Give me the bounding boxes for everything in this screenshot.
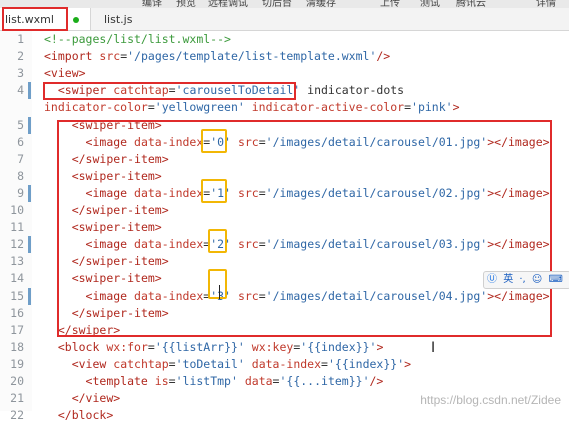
line-number: 1 — [17, 32, 24, 46]
line-number: 7 — [17, 151, 24, 166]
line-number: 18 — [10, 339, 24, 354]
line-number: 21 — [10, 391, 24, 406]
line-number: 19 — [10, 356, 24, 371]
highlight-box-index-2 — [208, 229, 227, 253]
code-text: <import src='/pages/template/list-templa… — [44, 49, 391, 64]
toolbar-strip: 编译 预览 远程调试 切后台 清缓存 上传 测试 腾讯云 详情 — [0, 0, 569, 8]
code-text: <template is='listTmp' data='{{...item}}… — [85, 374, 384, 388]
ime-keyboard-icon[interactable]: ⌨ — [549, 274, 563, 285]
watermark: https://blog.csdn.net/Zidee — [420, 393, 561, 407]
line-number: 10 — [10, 203, 24, 217]
line-number: 5 — [17, 117, 24, 132]
code-text: <view catchtap='toDetail' data-index='{{… — [71, 356, 412, 371]
toolbar-item[interactable]: 切后台 — [262, 0, 292, 8]
change-marker — [28, 184, 31, 202]
line-number: 16 — [10, 305, 24, 320]
line-number: 9 — [17, 185, 24, 200]
highlight-box-index-3 — [208, 269, 227, 299]
editor-tab-bar: list.wxml list.js — [0, 8, 569, 31]
modified-dot-icon — [73, 17, 79, 23]
line-number: 2 — [17, 49, 24, 64]
toolbar-item[interactable]: 预览 — [176, 0, 196, 8]
toolbar-item[interactable]: 上传 — [380, 0, 400, 8]
line-number: 11 — [10, 220, 24, 235]
ime-punct[interactable]: ·, — [519, 274, 525, 285]
ibeam-cursor-icon: I — [431, 340, 436, 356]
code-line[interactable]: 22 </block> — [0, 407, 569, 424]
line-number: 8 — [17, 168, 24, 183]
code-line[interactable]: 3 <view> — [0, 65, 569, 82]
code-text: </block> — [57, 408, 114, 423]
ime-toolbar[interactable]: Ⓤ 英 ·, ☺ ⌨ ⊞ — [483, 271, 569, 289]
line-number: 20 — [10, 374, 24, 388]
toolbar-item[interactable]: 详情 — [536, 0, 556, 8]
highlight-box-tab — [2, 7, 68, 31]
text-caret — [219, 285, 220, 299]
code-text: indicator-color='yellowgreen' indicator-… — [44, 100, 460, 115]
code-line[interactable]: 20 <template is='listTmp' data='{{...ite… — [0, 373, 569, 390]
line-number: 17 — [10, 322, 24, 337]
code-line[interactable]: indicator-color='yellowgreen' indicator-… — [0, 99, 569, 116]
line-number: 13 — [10, 254, 24, 269]
toolbar-item[interactable]: 编译 — [142, 0, 162, 8]
change-marker — [28, 82, 31, 100]
change-marker — [28, 116, 31, 134]
code-line[interactable]: 2 <import src='/pages/template/list-templ… — [0, 48, 569, 65]
toolbar-item[interactable]: 远程调试 — [208, 0, 248, 8]
toolbar-item[interactable]: 腾讯云 — [456, 0, 486, 8]
toolbar-item[interactable]: 清缓存 — [306, 0, 336, 8]
code-line[interactable]: 19 <view catchtap='toDetail' data-index=… — [0, 356, 569, 373]
highlight-box-swiper-items — [57, 120, 552, 337]
change-marker — [28, 236, 31, 254]
code-line[interactable]: 1 <!--pages/list/list.wxml--> — [0, 31, 569, 48]
highlight-box-index-1 — [201, 179, 227, 203]
highlight-box-index-0 — [201, 129, 227, 153]
code-editor[interactable]: 1 <!--pages/list/list.wxml--> 2 <import src… — [0, 31, 569, 422]
line-number: 6 — [17, 134, 24, 149]
toolbar-item[interactable]: 测试 — [420, 0, 440, 8]
code-text: <view> — [44, 66, 86, 81]
change-marker — [28, 287, 31, 305]
line-number: 22 — [10, 408, 24, 423]
code-text: <block wx:for='{{listArr}}' wx:key='{{in… — [57, 339, 384, 354]
code-line[interactable]: 18 <block wx:for='{{listArr}}' wx:key='{… — [0, 339, 569, 356]
tab-label: list.js — [104, 13, 133, 26]
line-number: 15 — [10, 288, 24, 303]
code-text: </view> — [71, 391, 121, 406]
line-number: 14 — [10, 271, 24, 286]
highlight-box-swiper-tag — [43, 82, 296, 100]
line-number: 12 — [10, 237, 24, 252]
line-number: 3 — [17, 66, 24, 81]
ime-mode[interactable]: 英 — [503, 274, 513, 285]
ime-emoji-icon[interactable]: ☺ — [532, 274, 542, 285]
line-number: 4 — [17, 83, 24, 98]
tab-list-js[interactable]: list.js — [100, 8, 180, 30]
code-text: <!--pages/list/list.wxml--> — [44, 32, 231, 46]
ime-logo-icon: Ⓤ — [487, 274, 497, 285]
